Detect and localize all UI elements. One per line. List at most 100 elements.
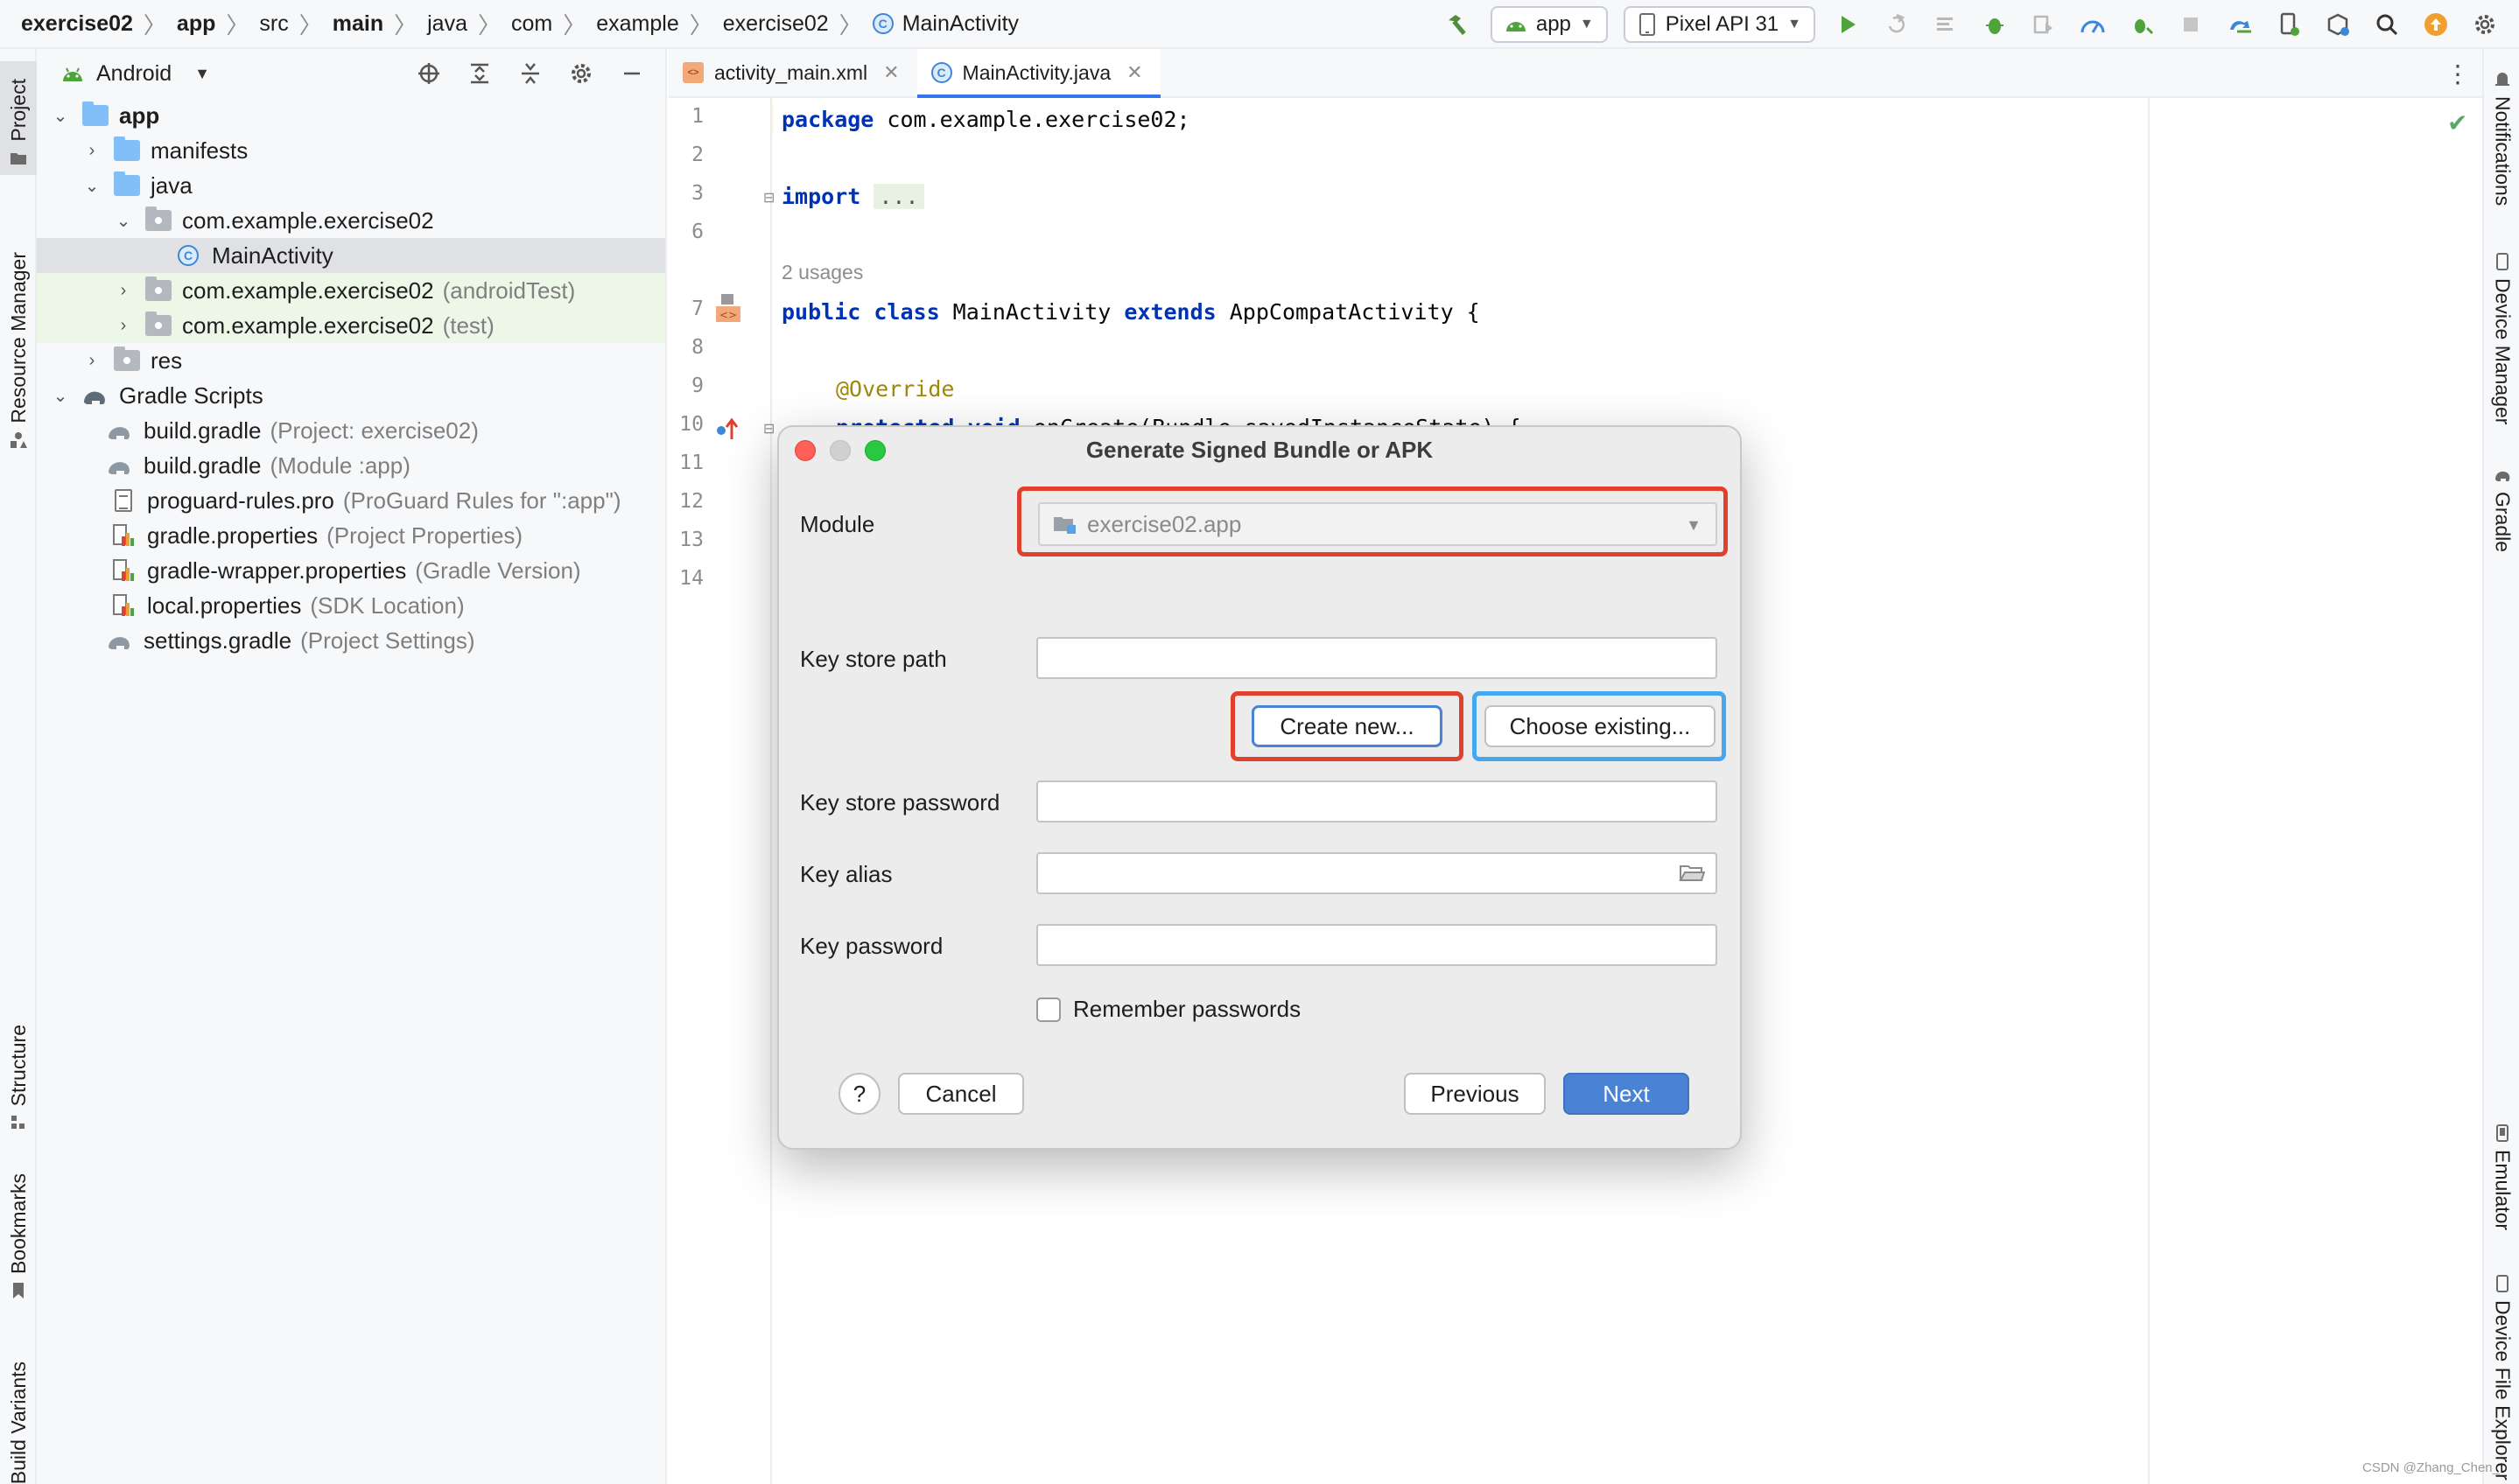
build-variants-tool-tab[interactable]: Build Variants	[0, 1328, 37, 1484]
module-select[interactable]: exercise02.app ▼	[1038, 502, 1717, 546]
chevron-right-icon[interactable]: ›	[114, 316, 133, 336]
key-password-input[interactable]	[1036, 924, 1717, 966]
more-options-icon[interactable]: ⋮	[2445, 49, 2470, 98]
chevron-right-icon[interactable]: ›	[82, 351, 102, 371]
project-tool-tab[interactable]: Project	[0, 61, 37, 175]
tree-item-proguard-rules[interactable]: proguard-rules.pro (ProGuard Rules for "…	[37, 483, 665, 518]
run-icon[interactable]	[1831, 8, 1864, 41]
chevron-down-icon[interactable]: ⌄	[51, 105, 70, 127]
chevron-down-icon[interactable]: ⌄	[51, 385, 70, 407]
close-icon[interactable]: ✕	[883, 61, 899, 84]
tree-item-package-androidtest[interactable]: › com.example.exercise02 (androidTest)	[37, 273, 665, 308]
debug-icon[interactable]	[1978, 8, 2011, 41]
chevron-down-icon[interactable]: ⌄	[82, 175, 102, 197]
browse-folder-icon[interactable]	[1679, 863, 1705, 884]
key-store-path-input[interactable]	[1036, 637, 1717, 679]
module-folder-icon	[82, 102, 109, 127]
chevron-down-icon[interactable]: ⌄	[114, 210, 133, 232]
update-available-icon[interactable]	[2419, 8, 2452, 41]
breadcrumb-src[interactable]: src	[259, 0, 288, 48]
help-button[interactable]: ?	[838, 1073, 881, 1115]
tree-item-local-properties[interactable]: local.properties (SDK Location)	[37, 588, 665, 623]
breadcrumb-project[interactable]: exercise02	[21, 0, 133, 48]
override-method-icon[interactable]	[714, 416, 740, 443]
previous-button[interactable]: Previous	[1404, 1073, 1546, 1115]
profiler-gauge-icon[interactable]	[2076, 8, 2109, 41]
tree-item-app[interactable]: ⌄ app	[37, 98, 665, 133]
device-manager-icon[interactable]	[2272, 8, 2305, 41]
cancel-button[interactable]: Cancel	[898, 1073, 1024, 1115]
profile-icon[interactable]	[2027, 8, 2060, 41]
settings-gear-icon[interactable]	[2468, 8, 2501, 41]
tab-activity-main-xml[interactable]: <> activity_main.xml ✕	[669, 49, 917, 96]
structure-label: Structure	[6, 1024, 30, 1106]
emulator-label: Emulator	[2491, 1150, 2515, 1231]
folded-imports[interactable]: ...	[874, 184, 924, 209]
key-alias-input[interactable]	[1036, 852, 1717, 894]
create-new-button[interactable]: Create new...	[1252, 705, 1442, 747]
remember-passwords-row[interactable]: Remember passwords	[1036, 996, 1301, 1023]
layout-file-gutter-icon[interactable]: <>	[714, 292, 742, 324]
expand-all-icon[interactable]	[464, 58, 495, 89]
breadcrumb-package[interactable]: exercise02	[723, 0, 829, 48]
device-manager-tool-tab[interactable]: Device Manager	[2484, 252, 2519, 480]
sdk-manager-icon[interactable]	[2321, 8, 2354, 41]
device-file-explorer-tool-tab[interactable]: Device File Explorer	[2484, 1274, 2519, 1484]
no-problems-check-icon[interactable]: ✔	[2447, 108, 2467, 137]
chevron-right-icon[interactable]: ›	[114, 281, 133, 301]
tree-item-gradle-wrapper-properties[interactable]: gradle-wrapper.properties (Gradle Versio…	[37, 553, 665, 588]
breadcrumb-example[interactable]: example	[596, 0, 679, 48]
key-store-password-input[interactable]	[1036, 780, 1717, 822]
window-close-button[interactable]	[795, 440, 816, 461]
resource-manager-tool-tab[interactable]: Resource Manager	[0, 196, 37, 450]
chevron-right-icon[interactable]: ›	[82, 141, 102, 161]
tree-item-res[interactable]: › res	[37, 343, 665, 378]
android-icon	[1505, 22, 1526, 32]
emulator-tool-tab[interactable]: Emulator	[2484, 1124, 2519, 1298]
tree-item-gradle-scripts[interactable]: ⌄ Gradle Scripts	[37, 378, 665, 413]
window-maximize-button[interactable]	[865, 440, 886, 461]
breadcrumb-com[interactable]: com	[511, 0, 552, 48]
usages-hint[interactable]: 2 usages	[782, 261, 863, 284]
breadcrumb-module[interactable]: app	[177, 0, 215, 48]
hammer-icon[interactable]	[1442, 8, 1475, 41]
tree-item-settings-gradle[interactable]: settings.gradle (Project Settings)	[37, 623, 665, 658]
window-minimize-button[interactable]	[830, 440, 851, 461]
tree-item-build-gradle-project[interactable]: build.gradle (Project: exercise02)	[37, 413, 665, 448]
close-icon[interactable]: ✕	[1126, 61, 1142, 84]
tree-item-package[interactable]: ⌄ com.example.exercise02	[37, 203, 665, 238]
locate-file-icon[interactable]	[413, 58, 445, 89]
apply-code-changes-icon[interactable]	[1929, 8, 1962, 41]
editor-gutter[interactable]: 1 2 3 6 7 8 9 10 11 12 13 14 <> ⊟ ⊟	[669, 98, 775, 1484]
stop-icon[interactable]	[2174, 8, 2207, 41]
tree-item-java[interactable]: ⌄ java	[37, 168, 665, 203]
tree-item-gradle-properties[interactable]: gradle.properties (Project Properties)	[37, 518, 665, 553]
next-button[interactable]: Next	[1563, 1073, 1689, 1115]
search-icon[interactable]	[2370, 8, 2403, 41]
remember-passwords-checkbox[interactable]	[1036, 997, 1061, 1022]
choose-existing-button[interactable]: Choose existing...	[1484, 705, 1716, 747]
tree-item-package-test[interactable]: › com.example.exercise02 (test)	[37, 308, 665, 343]
tab-mainactivity-java[interactable]: C MainActivity.java ✕	[916, 49, 1161, 98]
gradle-tool-tab[interactable]: Gradle	[2484, 466, 2519, 606]
gear-icon[interactable]	[565, 58, 597, 89]
sync-gradle-icon[interactable]	[2223, 8, 2256, 41]
bookmarks-tool-tab[interactable]: Bookmarks	[0, 1160, 37, 1300]
breadcrumb-class[interactable]: C MainActivity	[872, 0, 1019, 48]
tree-item-build-gradle-module[interactable]: build.gradle (Module :app)	[37, 448, 665, 483]
tree-item-manifests[interactable]: › manifests	[37, 133, 665, 168]
notifications-tool-tab[interactable]: Notifications	[2484, 70, 2519, 271]
hide-panel-icon[interactable]	[616, 58, 648, 89]
run-configuration-select[interactable]: app ▼	[1490, 6, 1608, 43]
breadcrumb-main[interactable]: main	[333, 0, 383, 48]
collapse-all-icon[interactable]	[515, 58, 546, 89]
structure-tool-tab[interactable]: Structure	[0, 1010, 37, 1132]
tree-item-mainactivity[interactable]: C MainActivity	[37, 238, 665, 273]
device-select[interactable]: Pixel API 31 ▼	[1623, 6, 1815, 43]
code-line-3: import ...	[782, 184, 924, 209]
apply-changes-icon[interactable]	[1880, 8, 1913, 41]
line-number: 7	[691, 298, 704, 320]
attach-debugger-icon[interactable]	[2125, 8, 2158, 41]
breadcrumb-java[interactable]: java	[427, 0, 467, 48]
editor-tab-bar: <> activity_main.xml ✕ C MainActivity.ja…	[669, 49, 2482, 98]
